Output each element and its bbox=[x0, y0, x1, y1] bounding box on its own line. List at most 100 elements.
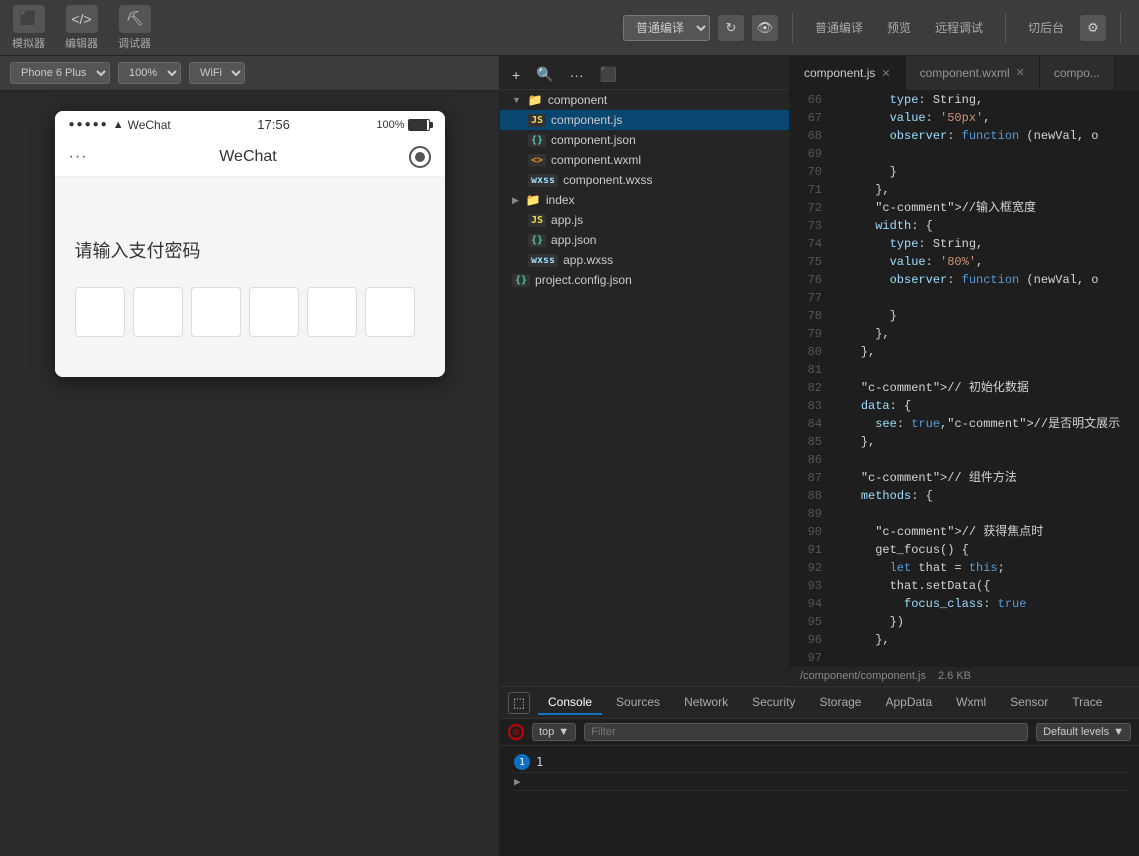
line-content-86 bbox=[832, 451, 1139, 469]
file-component-js-label: component.js bbox=[551, 113, 622, 127]
tab-network[interactable]: Network bbox=[674, 691, 738, 715]
device-select[interactable]: Phone 6 Plus bbox=[10, 62, 110, 84]
context-select[interactable]: top ▼ bbox=[532, 723, 576, 741]
line-num-87: 87 bbox=[790, 469, 832, 487]
line-content-74: type: String, bbox=[832, 235, 1139, 253]
file-app-js[interactable]: JS app.js bbox=[500, 210, 789, 230]
code-line-91: 91 get_focus() { bbox=[790, 541, 1139, 559]
code-line-71: 71 }, bbox=[790, 181, 1139, 199]
code-line-75: 75 value: '80%', bbox=[790, 253, 1139, 271]
remote-debug-label[interactable]: 远程调试 bbox=[927, 17, 991, 38]
line-num-72: 72 bbox=[790, 199, 832, 217]
record-btn[interactable] bbox=[409, 146, 431, 168]
preview-label[interactable]: 预览 bbox=[879, 17, 919, 38]
pin-box-2[interactable] bbox=[133, 287, 183, 337]
tab-sources[interactable]: Sources bbox=[606, 691, 670, 715]
code-line-86: 86 bbox=[790, 451, 1139, 469]
compile-label[interactable]: 普通编译 bbox=[807, 17, 871, 38]
search-tree-btn[interactable]: 🔍 bbox=[532, 64, 557, 85]
folder-index[interactable]: ▶ 📁 index bbox=[500, 190, 789, 210]
collapse-tree-btn[interactable]: ⬛ bbox=[596, 64, 621, 85]
tab-component-wxml[interactable]: component.wxml ✕ bbox=[906, 56, 1040, 90]
tab-storage[interactable]: Storage bbox=[809, 691, 871, 715]
line-content-69 bbox=[832, 145, 1139, 163]
file-tree: + 🔍 ··· ⬛ ▼ 📁 component JS component.js … bbox=[500, 56, 790, 686]
file-component-json[interactable]: {} component.json bbox=[500, 130, 789, 150]
code-editor: component.js ✕ component.wxml ✕ compo...… bbox=[790, 56, 1139, 686]
pin-box-3[interactable] bbox=[191, 287, 241, 337]
line-content-97 bbox=[832, 649, 1139, 667]
filter-input[interactable] bbox=[584, 723, 1028, 741]
tab-comp-ellipsis[interactable]: compo... bbox=[1040, 56, 1115, 90]
editor-icon: </> bbox=[66, 5, 98, 33]
line-num-75: 75 bbox=[790, 253, 832, 271]
line-content-81 bbox=[832, 361, 1139, 379]
line-content-92: let that = this; bbox=[832, 559, 1139, 577]
wxml-icon: <> bbox=[528, 154, 546, 167]
code-line-69: 69 bbox=[790, 145, 1139, 163]
code-content[interactable]: 66 type: String,67 value: '50px',68 obse… bbox=[790, 91, 1139, 667]
phone-content: 请输入支付密码 bbox=[55, 177, 445, 377]
editor-label: 编辑器 bbox=[65, 35, 98, 51]
tab-security[interactable]: Security bbox=[742, 691, 805, 715]
file-project-config[interactable]: {} project.config.json bbox=[500, 270, 789, 290]
file-app-json[interactable]: {} app.json bbox=[500, 230, 789, 250]
simulator-panel: Phone 6 Plus 100% WiFi ●●●●● ▲ WeChat 17… bbox=[0, 56, 500, 856]
tab-close-component-js[interactable]: ✕ bbox=[881, 67, 890, 80]
code-line-80: 80 }, bbox=[790, 343, 1139, 361]
simulator-btn[interactable]: ⬛ 模拟器 bbox=[12, 5, 45, 51]
tab-wxml[interactable]: Wxml bbox=[946, 691, 996, 715]
add-file-btn[interactable]: + bbox=[508, 65, 524, 85]
file-app-wxss[interactable]: wxss app.wxss bbox=[500, 250, 789, 270]
tab-console[interactable]: Console bbox=[538, 691, 602, 715]
code-line-77: 77 bbox=[790, 289, 1139, 307]
file-app-wxss-label: app.wxss bbox=[563, 253, 613, 267]
editor-btn[interactable]: </> 编辑器 bbox=[65, 5, 98, 51]
file-component-wxss[interactable]: wxss component.wxss bbox=[500, 170, 789, 190]
record-inner bbox=[415, 152, 425, 162]
editor-area: + 🔍 ··· ⬛ ▼ 📁 component JS component.js … bbox=[500, 56, 1139, 686]
pin-box-5[interactable] bbox=[307, 287, 357, 337]
line-content-88: methods: { bbox=[832, 487, 1139, 505]
folder-component[interactable]: ▼ 📁 component bbox=[500, 90, 789, 110]
app-js-icon: JS bbox=[528, 214, 546, 227]
tab-trace[interactable]: Trace bbox=[1062, 691, 1112, 715]
more-tree-btn[interactable]: ··· bbox=[566, 65, 588, 85]
tab-appdata[interactable]: AppData bbox=[875, 691, 942, 715]
file-component-wxml[interactable]: <> component.wxml bbox=[500, 150, 789, 170]
code-line-76: 76 observer: function (newVal, o bbox=[790, 271, 1139, 289]
pin-box-6[interactable] bbox=[365, 287, 415, 337]
preview-icon[interactable]: 👁 bbox=[752, 15, 778, 41]
project-json-icon: {} bbox=[512, 274, 530, 287]
zoom-select[interactable]: 100% bbox=[118, 62, 181, 84]
debugger-btn[interactable]: ⛏ 调试器 bbox=[118, 5, 151, 51]
line-num-77: 77 bbox=[790, 289, 832, 307]
tab-close-component-wxml[interactable]: ✕ bbox=[1016, 66, 1025, 79]
cut-label[interactable]: 切后台 bbox=[1020, 17, 1072, 38]
level-label: Default levels bbox=[1043, 726, 1109, 738]
pin-box-4[interactable] bbox=[249, 287, 299, 337]
line-content-76: observer: function (newVal, o bbox=[832, 271, 1139, 289]
line-content-73: width: { bbox=[832, 217, 1139, 235]
compile-select[interactable]: 普通编译 bbox=[623, 15, 710, 41]
refresh-button[interactable]: ↻ bbox=[718, 15, 744, 41]
code-line-94: 94 focus_class: true bbox=[790, 595, 1139, 613]
line-content-78: } bbox=[832, 307, 1139, 325]
file-component-js[interactable]: JS component.js bbox=[500, 110, 789, 130]
file-component-wxss-label: component.wxss bbox=[563, 173, 652, 187]
tab-sensor[interactable]: Sensor bbox=[1000, 691, 1058, 715]
status-left: ●●●●● ▲ WeChat bbox=[69, 118, 171, 132]
wxss-icon: wxss bbox=[528, 174, 558, 187]
tab-component-js[interactable]: component.js ✕ bbox=[790, 56, 906, 90]
gear-btn[interactable]: ⚙ bbox=[1080, 15, 1106, 41]
nav-title: WeChat bbox=[219, 148, 277, 166]
code-line-73: 73 width: { bbox=[790, 217, 1139, 235]
line-content-67: value: '50px', bbox=[832, 109, 1139, 127]
status-bar: ●●●●● ▲ WeChat 17:56 100% bbox=[55, 111, 445, 138]
pin-box-1[interactable] bbox=[75, 287, 125, 337]
network-select[interactable]: WiFi bbox=[189, 62, 245, 84]
inspect-icon[interactable]: ⬚ bbox=[508, 692, 530, 714]
level-select[interactable]: Default levels ▼ bbox=[1036, 723, 1131, 741]
clear-console-btn[interactable]: ⊘ bbox=[508, 724, 524, 740]
bottom-panel: ⬚ Console Sources Network Security Stora… bbox=[500, 686, 1139, 856]
